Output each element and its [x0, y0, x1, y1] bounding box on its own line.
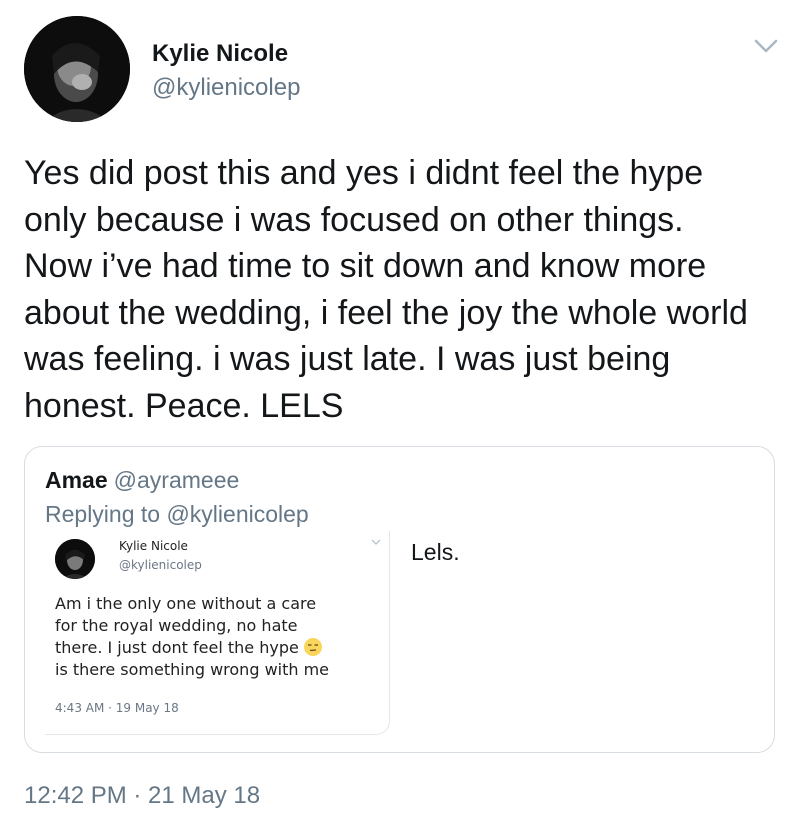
quoted-author-handle: @ayrameee: [113, 467, 240, 493]
embedded-text-line: there. I just dont feel the hype: [55, 638, 299, 657]
embedded-chevron-down-icon: [371, 539, 381, 545]
embedded-author-name: Kylie Nicole: [119, 539, 188, 553]
tweet-text-line: only because i was focused on other thin…: [24, 200, 684, 239]
unamused-face-icon: [303, 638, 322, 656]
tweet-text-line: Yes did post this and yes i didnt feel t…: [24, 154, 704, 192]
tweet-text-line: Now i’ve had time to sit down and know m…: [24, 247, 707, 285]
tweet-timestamp[interactable]: 12:42 PM · 21 May 18: [24, 782, 260, 810]
replying-to[interactable]: Replying to @kylienicolep: [45, 501, 309, 528]
quoted-tweet-text: Lels.: [411, 539, 460, 565]
embedded-author-handle: @kylienicolep: [119, 558, 202, 572]
tweet-text: Yes did post this and yes i didnt feel t…: [24, 150, 784, 429]
embedded-avatar: [55, 539, 95, 579]
chevron-down-icon[interactable]: [752, 36, 780, 56]
quoted-author[interactable]: Amae @ayrameee: [45, 467, 239, 494]
tweet-text-line: about the wedding, i feel the joy the wh…: [24, 293, 748, 332]
author-handle[interactable]: @kylienicolep: [152, 74, 300, 102]
embedded-tweet-text: Am i the only one without a care for the…: [55, 593, 329, 681]
avatar[interactable]: [24, 16, 130, 122]
tweet-text-line: was feeling. i was just late. I was just…: [24, 340, 671, 378]
quoted-author-name: Amae: [45, 467, 108, 493]
embedded-profile-photo: [55, 539, 95, 579]
profile-photo: [24, 16, 130, 122]
embedded-text-line: is there something wrong with me: [55, 660, 330, 679]
embedded-text-line: Am i the only one without a care: [55, 594, 317, 613]
embedded-text-line-with-emoji: there. I just dont feel the hype: [55, 637, 329, 659]
author-name[interactable]: Kylie Nicole: [152, 40, 288, 68]
quoted-tweet[interactable]: Amae @ayrameee Replying to @kylienicolep …: [24, 446, 775, 753]
tweet-text-line: honest. Peace. LELS: [24, 386, 344, 425]
embedded-tweet-screenshot[interactable]: Kylie Nicole @kylienicolep Am i the only…: [45, 531, 390, 735]
embedded-text-line: for the royal wedding, no hate: [55, 616, 298, 635]
embedded-timestamp: 4:43 AM · 19 May 18: [55, 701, 179, 715]
